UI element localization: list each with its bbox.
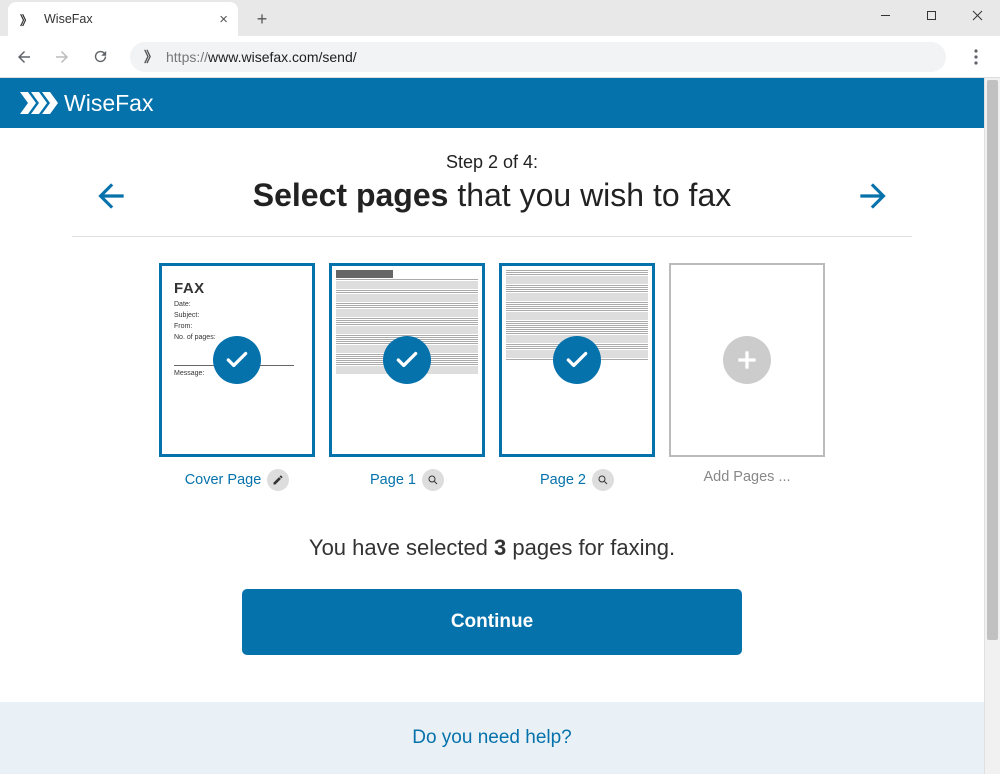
edit-cover-button[interactable] xyxy=(267,469,289,491)
toolbar: 》 https://www.wisefax.com/send/ xyxy=(0,36,1000,78)
prev-step-button[interactable] xyxy=(89,174,133,218)
continue-button[interactable]: Continue xyxy=(242,589,742,655)
page-title: Select pages that you wish to fax xyxy=(253,177,731,214)
summary-pre: You have selected xyxy=(309,535,494,560)
browser-tab[interactable]: 》 WiseFax × xyxy=(8,2,238,36)
tab-title: WiseFax xyxy=(44,12,93,26)
browser-menu-button[interactable] xyxy=(960,41,992,73)
window-maximize[interactable] xyxy=(908,0,954,30)
thumb-cover-label-row: Cover Page xyxy=(159,469,315,491)
window-minimize[interactable] xyxy=(862,0,908,30)
title-bold: Select pages xyxy=(253,177,449,213)
logo-chevrons-icon xyxy=(20,92,58,114)
url-host-path: www.wisefax.com/send/ xyxy=(208,49,357,65)
main-content: Step 2 of 4: Select pages that you wish … xyxy=(0,128,984,655)
window-controls xyxy=(862,0,1000,30)
selected-check-icon xyxy=(383,336,431,384)
url-protocol: https:// xyxy=(166,49,208,65)
nav-reload-button[interactable] xyxy=(84,41,116,73)
window-close[interactable] xyxy=(954,0,1000,30)
help-prompt: Do you need help? xyxy=(412,727,572,749)
scrollbar-thumb[interactable] xyxy=(987,80,998,640)
app-header: WiseFax xyxy=(0,78,1000,128)
brand-name: WiseFax xyxy=(64,90,153,117)
thumb-add-label-row: Add Pages ... xyxy=(669,469,825,485)
thumb-page2-col: Page 2 xyxy=(499,263,655,491)
address-bar[interactable]: 》 https://www.wisefax.com/send/ xyxy=(130,42,946,72)
scrollbar[interactable] xyxy=(984,78,1000,774)
title-rest: that you wish to fax xyxy=(448,177,731,213)
summary-post: pages for faxing. xyxy=(506,535,675,560)
title-row: Select pages that you wish to fax xyxy=(67,177,917,214)
nav-forward-button[interactable] xyxy=(46,41,78,73)
selection-summary: You have selected 3 pages for faxing. xyxy=(0,535,984,561)
cover-heading: FAX xyxy=(174,280,300,297)
next-step-button[interactable] xyxy=(851,174,895,218)
thumb-page1-label-row: Page 1 xyxy=(329,469,485,491)
thumb-cover-col: FAX Date: Subject: From: No. of pages: M… xyxy=(159,263,315,491)
thumb-add-col: Add Pages ... xyxy=(669,263,825,491)
add-plus-icon xyxy=(723,336,771,384)
page-viewport: WiseFax Step 2 of 4: Select pages that y… xyxy=(0,78,1000,774)
zoom-page2-button[interactable] xyxy=(592,469,614,491)
thumb-page2-label-row: Page 2 xyxy=(499,469,655,491)
thumb-page1[interactable] xyxy=(329,263,485,457)
selected-check-icon xyxy=(553,336,601,384)
thumb-page2-label[interactable]: Page 2 xyxy=(540,472,586,488)
selected-check-icon xyxy=(213,336,261,384)
help-bar[interactable]: Do you need help? xyxy=(0,702,984,774)
tab-favicon-icon: 》 xyxy=(20,10,36,29)
tab-close-icon[interactable]: × xyxy=(219,11,228,28)
thumb-page1-col: Page 1 xyxy=(329,263,485,491)
thumb-add-label[interactable]: Add Pages ... xyxy=(703,469,790,485)
new-tab-button[interactable]: + xyxy=(248,5,276,33)
address-favicon-icon: 》 xyxy=(144,47,156,67)
thumb-page2[interactable] xyxy=(499,263,655,457)
nav-back-button[interactable] xyxy=(8,41,40,73)
step-indicator: Step 2 of 4: xyxy=(0,152,984,173)
summary-count: 3 xyxy=(494,535,506,560)
page-thumbnails: FAX Date: Subject: From: No. of pages: M… xyxy=(0,237,984,501)
thumb-page1-label[interactable]: Page 1 xyxy=(370,472,416,488)
brand-logo[interactable]: WiseFax xyxy=(20,90,153,117)
zoom-page1-button[interactable] xyxy=(422,469,444,491)
thumb-cover-label[interactable]: Cover Page xyxy=(185,472,262,488)
thumb-add-pages[interactable] xyxy=(669,263,825,457)
thumb-cover[interactable]: FAX Date: Subject: From: No. of pages: M… xyxy=(159,263,315,457)
tab-strip: 》 WiseFax × + xyxy=(0,0,1000,36)
browser-chrome: 》 WiseFax × + 》 https://www.wisefax.com/… xyxy=(0,0,1000,78)
